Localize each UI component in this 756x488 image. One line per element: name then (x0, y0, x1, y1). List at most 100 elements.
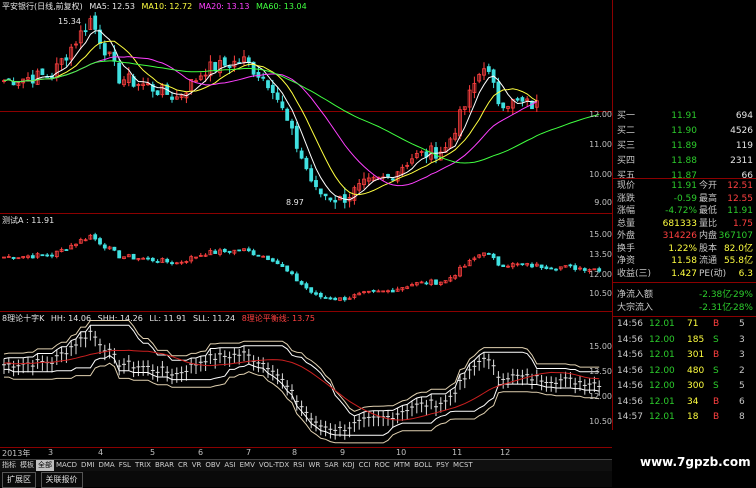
indicator-a-chart[interactable] (0, 214, 612, 312)
tab-vr[interactable]: VR (190, 460, 204, 471)
candle-body (11, 81, 16, 86)
high-price-label: 15.34 (58, 17, 81, 26)
tab-fsl[interactable]: FSL (117, 460, 133, 471)
tab-cci[interactable]: CCI (357, 460, 373, 471)
tab-全部[interactable]: 全部 (36, 460, 54, 471)
candle-body (323, 193, 328, 197)
candle-body (146, 257, 150, 260)
flow-percent: -29% (729, 290, 753, 300)
stat-row: 总量 681333 量比 1.75 (615, 218, 755, 230)
candle-body (266, 80, 270, 89)
y-tick: 13.50 (589, 367, 612, 376)
stat-row: 净资 11.58 流通 55.8亿 (615, 255, 755, 267)
tab-roc[interactable]: ROC (372, 460, 391, 471)
tab-rsi[interactable]: RSI (291, 460, 306, 471)
tick-time: 14:57 (617, 412, 643, 422)
tick-volume: 34 (687, 396, 699, 407)
stat-value-2: 11.91 (727, 206, 753, 216)
stat-label-2: 今开 (699, 181, 718, 191)
candle-body (275, 260, 280, 265)
candle-body (309, 168, 314, 182)
candle-body (112, 246, 117, 251)
flow-row: 大宗流入 -2.31亿 -28% (615, 302, 755, 314)
cross-k-panel[interactable]: 8理论十字K HH: 14.06 SHH: 14.26 LL: 11.91 SL… (0, 311, 612, 448)
candle-body (520, 97, 525, 102)
tab-boll[interactable]: BOLL (412, 460, 434, 471)
tick-time: 14:56 (617, 381, 643, 391)
main-kline-chart[interactable] (0, 0, 612, 213)
tick-count: 8 (739, 412, 745, 422)
candle-body (102, 244, 107, 249)
flow-row: 净流入额 -2.38亿 -29% (615, 289, 755, 301)
stat-label-2: 量比 (699, 218, 718, 229)
candle-body (501, 102, 506, 109)
flow-percent: -28% (729, 303, 753, 313)
tab-dma[interactable]: DMA (96, 460, 116, 471)
stat-label-2: 最低 (699, 206, 718, 216)
cross-k-chart[interactable] (0, 312, 612, 448)
tab-cr[interactable]: CR (176, 460, 190, 471)
tab-macd[interactable]: MACD (54, 460, 79, 471)
candle-body (213, 62, 218, 72)
candle-body (45, 254, 50, 257)
bid-volume: 119 (735, 141, 753, 151)
indicator-tabs: 指标 模板 全部 MACD DMI DMA FSL TRIX BRAR CR VR OBV ASI EMV… (0, 459, 612, 471)
tab-dmi[interactable]: DMI (79, 460, 97, 471)
bid-price: 11.90 (671, 126, 697, 136)
candle-body (93, 234, 98, 240)
main-kline-panel[interactable]: 平安银行(日线,前复权) MA5: 12.53 MA10: 12.72 MA20… (0, 0, 612, 213)
related-quote-button[interactable]: 关联报价 (40, 472, 83, 488)
tab-kdj[interactable]: KDJ (341, 460, 357, 471)
date-axis: 2013年 3 4 5 6 7 8 9 10 11 12 (0, 447, 612, 459)
tab-指标[interactable]: 指标 (0, 460, 18, 471)
candle-body (530, 263, 534, 268)
bid-row: 买三 11.89 119 (615, 140, 755, 152)
bid-price: 11.88 (671, 156, 697, 166)
extension-area-button[interactable]: 扩展区 (2, 472, 36, 488)
tab-obv[interactable]: OBV (203, 460, 222, 471)
tab-brar[interactable]: BRAR (153, 460, 176, 471)
tab-emv[interactable]: EMV (238, 460, 257, 471)
tick-time: 14:56 (617, 350, 643, 360)
candle-body (328, 297, 333, 300)
indicator-a-panel[interactable]: 测试A : 11.91 15.00 13.50 12.00 10.50 (0, 213, 612, 312)
tab-mtm[interactable]: MTM (392, 460, 412, 471)
candle-body (328, 197, 333, 201)
tick-row: 14:56 12.01 301 B 3 (615, 349, 755, 362)
stat-label-2: 流通 (699, 256, 718, 266)
candle-body (64, 249, 69, 251)
candle-body (342, 297, 347, 301)
stat-value: 1.22% (668, 243, 697, 254)
stat-value: 1.427 (671, 268, 697, 279)
tick-count: 2 (739, 365, 745, 376)
candle-body (11, 257, 16, 259)
tick-volume: 185 (687, 334, 705, 345)
stat-value-2: 12.55 (727, 193, 753, 204)
tick-side: S (713, 381, 719, 391)
tab-wr[interactable]: WR (307, 460, 323, 471)
stat-row: 涨幅 -4.72% 最低 11.91 (615, 205, 755, 217)
tab-asi[interactable]: ASI (222, 460, 237, 471)
candle-body (582, 268, 587, 271)
date-label: 2013年 (2, 449, 31, 458)
bid-volume: 4526 (730, 126, 753, 136)
candle-body (93, 15, 98, 30)
tab-mcst[interactable]: MCST (451, 460, 475, 471)
candle-body (501, 264, 506, 268)
tab-sar[interactable]: SAR (322, 460, 340, 471)
bid-row: 买二 11.90 4526 (615, 125, 755, 137)
tab-模板[interactable]: 模板 (18, 460, 36, 471)
candle-body (227, 250, 232, 253)
tick-count: 6 (739, 396, 745, 407)
candle-body (261, 76, 266, 79)
tab-trix[interactable]: TRIX (133, 460, 153, 471)
tab-psy[interactable]: PSY (434, 460, 451, 471)
date-label: 3 (48, 448, 54, 457)
candle-body (270, 258, 275, 262)
tick-price: 12.01 (649, 350, 675, 360)
tick-price: 12.01 (649, 396, 675, 407)
candle-body (549, 267, 554, 270)
stat-row: 换手 1.22% 股本 82.0亿 (615, 243, 755, 255)
tab-vol-tdx[interactable]: VOL-TDX (257, 460, 291, 471)
candle-body (294, 273, 299, 282)
